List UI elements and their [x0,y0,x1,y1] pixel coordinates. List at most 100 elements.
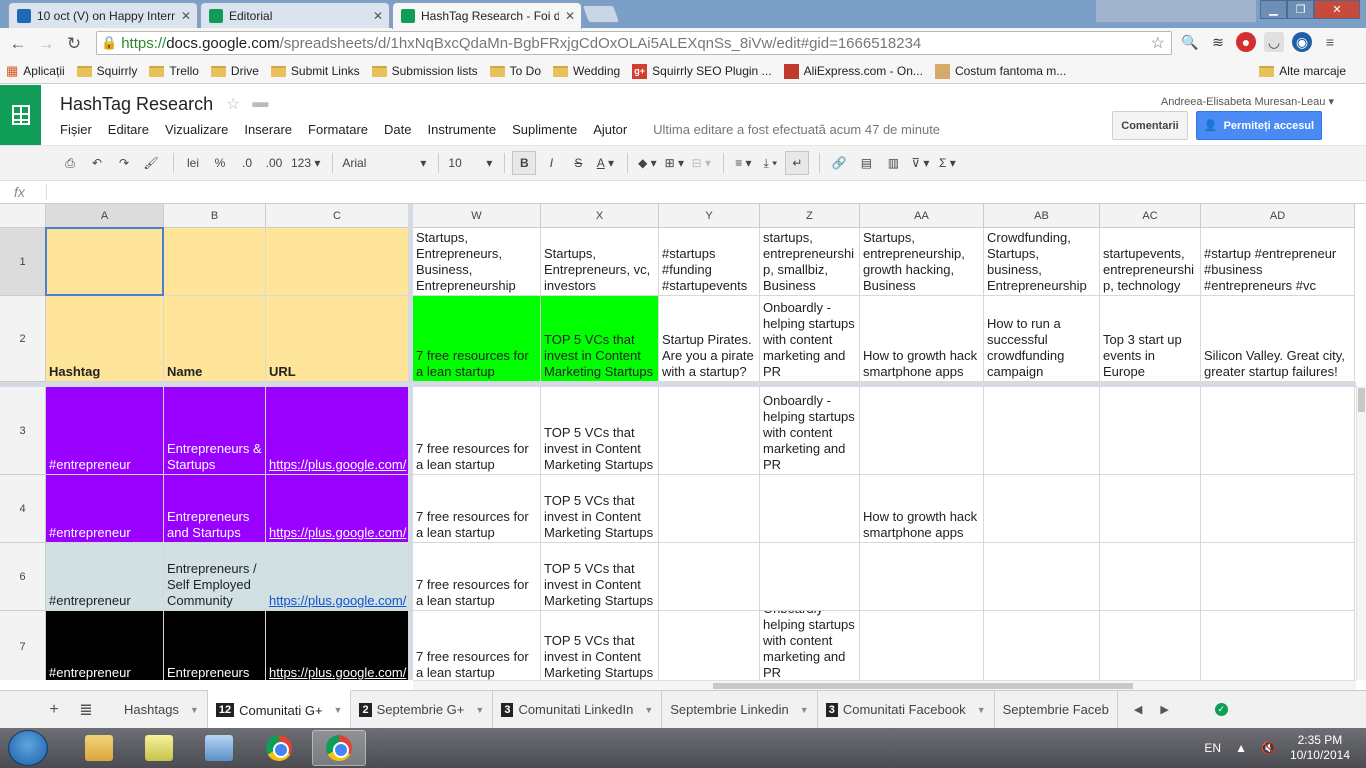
chevron-down-icon[interactable]: ▼ [800,705,809,715]
font-select[interactable]: Arial ▾ [340,151,428,175]
cell-z7[interactable]: Onboardly - helping startups with conten… [760,611,860,680]
cell-ab2[interactable]: How to run a successful crowdfunding cam… [984,296,1100,382]
scroll-left-icon[interactable]: ◀ [1134,703,1142,716]
bookmark-apps[interactable]: ▦ Aplicații [6,63,65,79]
taskbar-notepad[interactable] [192,730,246,766]
close-window-button[interactable]: ✕ [1314,0,1360,19]
cell-x2[interactable]: TOP 5 VCs that invest in Content Marketi… [541,296,659,382]
menu-addons[interactable]: Suplimente [512,122,577,137]
align-icon[interactable]: ≡ ▾ [731,151,755,175]
scroll-thumb[interactable] [713,683,1133,689]
column-header-c[interactable]: C [266,204,409,228]
cell-ac6[interactable] [1100,543,1201,611]
saved-status-icon[interactable]: ✓ [1214,703,1228,716]
bookmark-squirrly-seo[interactable]: g+ Squirrly SEO Plugin ... [632,63,772,79]
cell-c1[interactable] [266,228,409,296]
row-header-3[interactable]: 3 [0,387,46,475]
cell-x3[interactable]: TOP 5 VCs that invest in Content Marketi… [541,387,659,475]
increase-decimal-button[interactable]: .00 [262,151,286,175]
cell-a2[interactable]: Hashtag [46,296,164,382]
cell-aa2[interactable]: How to growth hack smartphone apps [860,296,984,382]
menu-view[interactable]: Vizualizare [165,122,228,137]
back-icon[interactable]: ← [4,31,32,57]
vertical-scrollbar[interactable] [1356,386,1366,680]
cell-ad4[interactable] [1201,475,1355,543]
browser-tab-hashtag-research[interactable]: HashTag Research - Foi de ✕ [392,2,582,29]
search-extension-icon[interactable]: 🔍 [1180,32,1200,52]
currency-format-button[interactable]: lei [181,151,205,175]
row-header-7[interactable]: 7 [0,611,46,680]
column-header-b[interactable]: B [164,204,266,228]
insert-link-icon[interactable]: 🔗 [827,151,851,175]
cell-z2[interactable]: Onboardly - helping startups with conten… [760,296,860,382]
menu-tools[interactable]: Instrumente [427,122,496,137]
pocket-icon[interactable]: ◡ [1264,32,1284,52]
cell-ab6[interactable] [984,543,1100,611]
cell-ac4[interactable] [1100,475,1201,543]
undo-icon[interactable]: ↶ [85,151,109,175]
strikethrough-icon[interactable]: S [566,151,590,175]
vertical-align-icon[interactable]: ⤓ ▾ [758,151,782,175]
share-button[interactable]: 👤 Permiteți accesul [1196,111,1322,140]
cell-a3[interactable]: #entrepreneur [46,387,164,475]
minimize-button[interactable]: ▁ [1260,0,1287,19]
sheet-tab-comunitati-g-[interactable]: 12 Comunitati G+ ▼ [207,690,352,728]
menu-insert[interactable]: Inserare [244,122,292,137]
bookmark-submission-lists[interactable]: Submission lists [371,64,478,78]
column-header-aa[interactable]: AA [860,204,984,228]
paint-format-icon[interactable]: 🖌 [139,151,163,175]
menu-file[interactable]: Fișier [60,122,92,137]
doc-title[interactable]: HashTag Research [60,94,213,115]
cell-w4[interactable]: 7 free resources for a lean startup [413,475,541,543]
maximize-button[interactable]: ❐ [1287,0,1314,19]
taskbar-chrome[interactable] [252,730,306,766]
sheet-tab-septembrie-faceb[interactable]: Septembrie Faceb [995,691,1118,728]
borders-icon[interactable]: ⊞ ▾ [662,151,686,175]
cell-ad2[interactable]: Silicon Valley. Great city, greater star… [1201,296,1355,382]
browser-tab-editorial[interactable]: Editorial ✕ [200,2,390,28]
row-header-1[interactable]: 1 [0,228,46,296]
bookmark-submit-links[interactable]: Submit Links [270,64,360,78]
sheet-tab-comunitati-linkedin[interactable]: 3 Comunitati LinkedIn ▼ [493,691,663,728]
cell-ac1[interactable]: startupevents, entrepreneurship, technol… [1100,228,1201,296]
cell-ab4[interactable] [984,475,1100,543]
cell-z6[interactable] [760,543,860,611]
horizontal-scrollbar[interactable] [413,680,1356,690]
cell-w1[interactable]: Startups, Entrepreneurs, Business, Entre… [413,228,541,296]
extension-icon[interactable]: ◉ [1292,32,1312,52]
sheets-logo-icon[interactable] [0,85,41,145]
cell-y6[interactable] [659,543,760,611]
row-header-6[interactable]: 6 [0,543,46,611]
sheet-tab-comunitati-facebook[interactable]: 3 Comunitati Facebook ▼ [818,691,995,728]
cell-ac7[interactable] [1100,611,1201,680]
windows-start-button[interactable] [8,730,48,766]
sheet-tab-septembrie-g-[interactable]: 2 Septembrie G+ ▼ [351,691,494,728]
cell-b3[interactable]: Entrepreneurs & Startups [164,387,266,475]
user-account[interactable]: Andreea-Elisabeta Muresan-Leau ▾ [1161,95,1334,108]
column-header-x[interactable]: X [541,204,659,228]
font-size-select[interactable]: 10 ▾ [446,151,494,175]
star-icon[interactable]: ☆ [226,94,240,114]
cell-x7[interactable]: TOP 5 VCs that invest in Content Marketi… [541,611,659,680]
menu-format[interactable]: Formatare [308,122,368,137]
cell-c3[interactable]: https://plus.google.com/ [266,387,409,475]
cell-a1[interactable] [46,228,164,296]
print-icon[interactable]: ⎙ [58,151,82,175]
cell-ad3[interactable] [1201,387,1355,475]
cell-c7[interactable]: https://plus.google.com/ [266,611,409,680]
buffer-icon[interactable]: ≋ [1208,32,1228,52]
sheet-tab-hashtags[interactable]: Hashtags ▼ [116,691,208,728]
volume-icon[interactable]: 🔇 [1261,741,1276,755]
folder-move-icon[interactable]: ▬ [252,94,268,114]
column-header-ac[interactable]: AC [1100,204,1201,228]
cell-aa1[interactable]: Startups, entrepreneurship, growth hacki… [860,228,984,296]
bookmark-aliexpress[interactable]: AliExpress.com - On... [783,63,923,79]
fill-color-icon[interactable]: ◆ ▾ [635,151,659,175]
cell-ad6[interactable] [1201,543,1355,611]
italic-icon[interactable]: I [539,151,563,175]
tray-expand-icon[interactable]: ▲ [1235,741,1247,755]
functions-icon[interactable]: Σ ▾ [935,151,959,175]
insert-comment-icon[interactable]: ▤ [854,151,878,175]
language-indicator[interactable]: EN [1204,741,1221,755]
insert-chart-icon[interactable]: ▥ [881,151,905,175]
